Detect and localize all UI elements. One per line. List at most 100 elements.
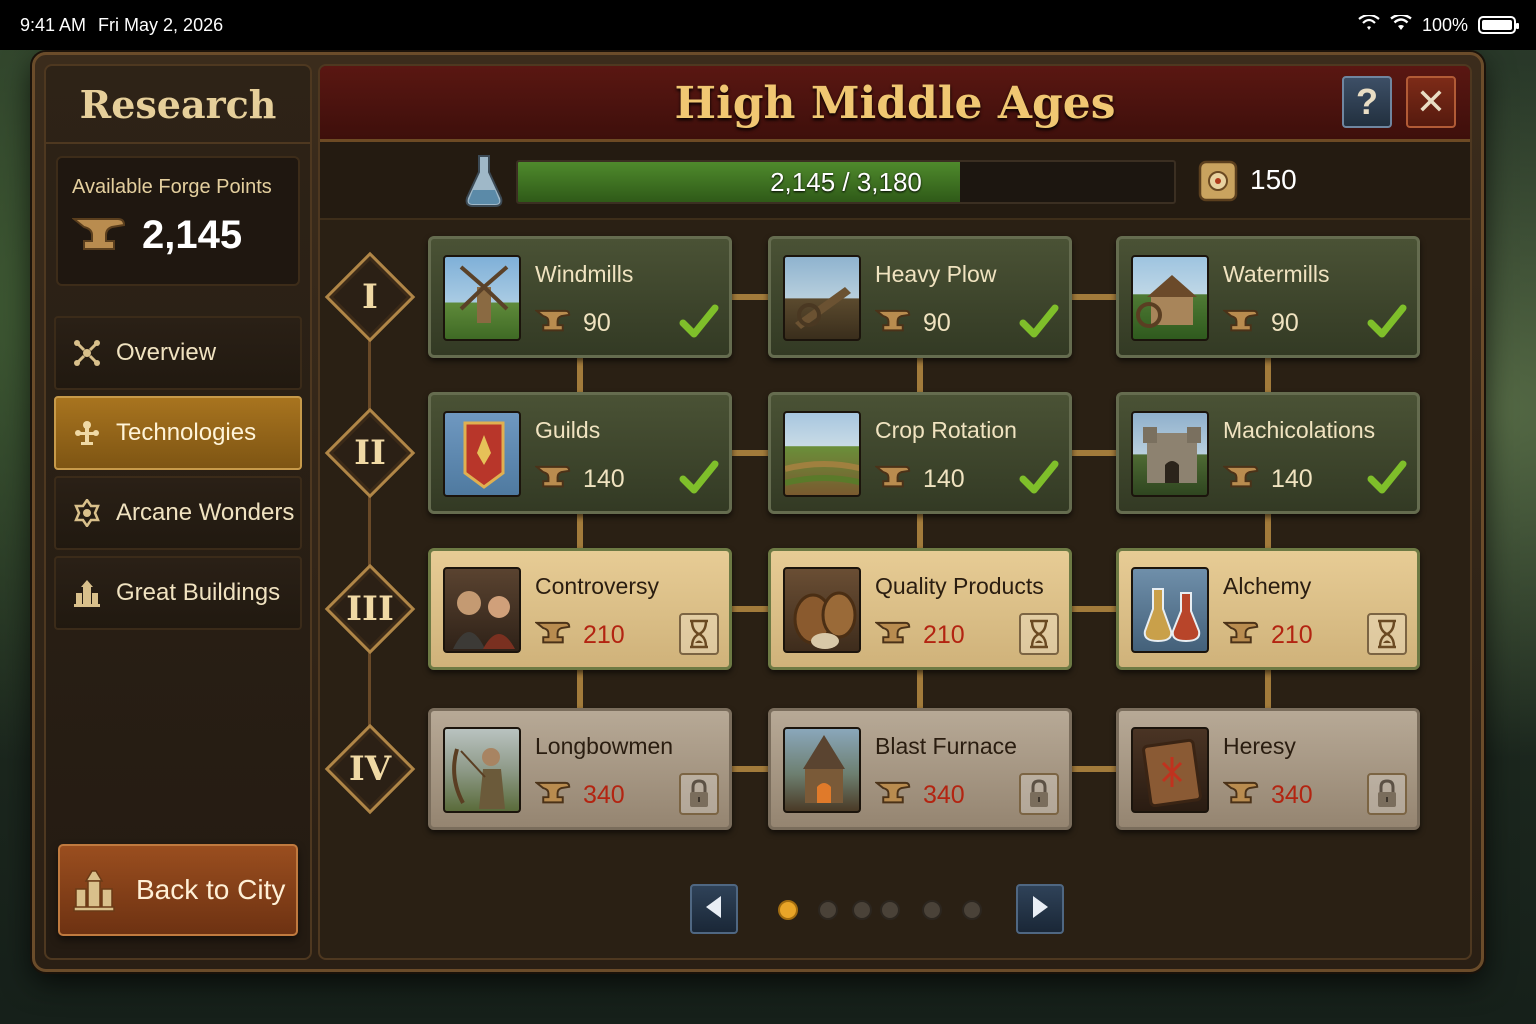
era-title: High Middle Ages xyxy=(674,78,1116,129)
tech-card-machicolations[interactable]: Machicolations 140 xyxy=(1116,392,1420,514)
tech-tree-panel: High Middle Ages ? ✕ 2,145 / 3,180 150 I… xyxy=(318,64,1472,960)
page-dot-3[interactable] xyxy=(852,900,872,920)
tech-connector xyxy=(1265,512,1271,550)
sidebar-item-overview[interactable]: Overview xyxy=(54,316,302,390)
next-page-button[interactable] xyxy=(1016,884,1064,934)
tech-card-quality-products[interactable]: Quality Products 210 xyxy=(768,548,1072,670)
tech-connector xyxy=(730,766,770,772)
tech-card-longbowmen[interactable]: Longbowmen 340 xyxy=(428,708,732,830)
era-progress-row: 2,145 / 3,180 150 xyxy=(320,142,1470,220)
tech-connector xyxy=(1070,606,1118,612)
pagination xyxy=(320,884,1470,938)
forge-points-value: 2,145 xyxy=(142,213,243,257)
signal-icon xyxy=(1358,13,1380,36)
tech-card-guilds[interactable]: Guilds 140 xyxy=(428,392,732,514)
tier-label: III xyxy=(346,589,394,629)
technologies-icon xyxy=(72,418,102,448)
tech-connector xyxy=(1265,356,1271,394)
page-dot-5[interactable] xyxy=(922,900,942,920)
tech-connector xyxy=(1070,294,1118,300)
tech-card-controversy[interactable]: Controversy 210 xyxy=(428,548,732,670)
tech-thumbnail xyxy=(783,255,861,341)
tech-cost-value: 90 xyxy=(583,309,611,337)
tech-connector xyxy=(1070,450,1118,456)
lock-icon xyxy=(1019,773,1059,815)
tech-thumbnail xyxy=(1131,255,1209,341)
help-button[interactable]: ? xyxy=(1342,76,1392,128)
completed-check-icon xyxy=(1019,301,1059,343)
tech-connector xyxy=(577,668,583,710)
tech-name: Guilds xyxy=(535,417,601,443)
arcane-wonders-icon xyxy=(72,498,102,528)
era-progress-bar: 2,145 / 3,180 xyxy=(516,160,1176,204)
tech-connector xyxy=(577,512,583,550)
hourglass-icon xyxy=(1019,613,1059,655)
tech-cost: 140 xyxy=(873,463,965,496)
tech-cost-value: 140 xyxy=(1271,465,1313,493)
tech-card-crop-rotation[interactable]: Crop Rotation 140 xyxy=(768,392,1072,514)
overview-icon xyxy=(72,338,102,368)
completed-check-icon xyxy=(1367,457,1407,499)
arrow-right-icon xyxy=(1029,894,1051,925)
sidebar-item-arcane-wonders[interactable]: Arcane Wonders xyxy=(54,476,302,550)
sidebar-item-label: Great Buildings xyxy=(116,579,281,606)
sidebar-item-great-buildings[interactable]: Great Buildings xyxy=(54,556,302,630)
tech-connector xyxy=(917,356,923,394)
anvil-icon xyxy=(1221,619,1259,652)
battery-percent: 100% xyxy=(1421,14,1468,35)
sidebar-item-technologies[interactable]: Technologies xyxy=(54,396,302,470)
close-button[interactable]: ✕ xyxy=(1406,76,1456,128)
tech-cost: 140 xyxy=(1221,463,1313,496)
tech-thumbnail xyxy=(443,411,521,497)
anvil-icon xyxy=(533,619,571,652)
sidebar-item-label: Arcane Wonders xyxy=(116,499,295,526)
tech-card-heresy[interactable]: Heresy 340 xyxy=(1116,708,1420,830)
tech-card-alchemy[interactable]: Alchemy 210 xyxy=(1116,548,1420,670)
anvil-icon xyxy=(533,307,571,340)
tech-thumbnail xyxy=(443,567,521,653)
back-to-city-button[interactable]: Back to City xyxy=(58,844,298,936)
tech-thumbnail xyxy=(443,255,521,341)
page-dot-6[interactable] xyxy=(962,900,982,920)
tech-name: Alchemy xyxy=(1223,573,1312,599)
tech-name: Windmills xyxy=(535,261,634,287)
status-date: Fri May 2, 2026 xyxy=(98,14,224,35)
page-dot-2[interactable] xyxy=(818,900,838,920)
lock-icon xyxy=(1367,773,1407,815)
flask-icon xyxy=(464,154,504,208)
page-dot-1[interactable] xyxy=(778,900,798,920)
wifi-icon xyxy=(1390,13,1412,36)
anvil-icon xyxy=(873,307,911,340)
tech-card-watermills[interactable]: Watermills 90 xyxy=(1116,236,1420,358)
hourglass-icon xyxy=(1367,613,1407,655)
era-header: High Middle Ages ? ✕ xyxy=(320,66,1470,142)
sidebar-title: Research xyxy=(46,66,310,144)
forge-points-panel: Available Forge Points 2,145 xyxy=(56,156,300,286)
page-dot-4[interactable] xyxy=(880,900,900,920)
back-to-city-label: Back to City xyxy=(136,874,286,905)
tech-cost: 340 xyxy=(533,779,625,812)
tech-card-blast-furnace[interactable]: Blast Furnace 340 xyxy=(768,708,1072,830)
tech-cost: 210 xyxy=(1221,619,1313,652)
great-buildings-icon xyxy=(72,578,102,608)
tech-cost: 140 xyxy=(533,463,625,496)
tech-thumbnail xyxy=(783,727,861,813)
tech-cost: 340 xyxy=(1221,779,1313,812)
tech-cost-value: 90 xyxy=(923,309,951,337)
tech-cost-value: 140 xyxy=(923,465,965,493)
scroll-icon xyxy=(1196,158,1240,204)
anvil-icon xyxy=(873,463,911,496)
anvil-icon xyxy=(71,213,126,258)
tech-cost-value: 340 xyxy=(1271,781,1313,809)
tech-cost-value: 210 xyxy=(1271,621,1313,649)
previous-page-button[interactable] xyxy=(690,884,738,934)
tier-label: I xyxy=(362,277,378,317)
tech-card-windmills[interactable]: Windmills 90 xyxy=(428,236,732,358)
tech-name: Machicolations xyxy=(1223,417,1376,443)
tech-grid: I II III IV Windmills 90 Heavy Plow 90 Watermill… xyxy=(320,222,1470,842)
tier-label: IV xyxy=(348,749,392,789)
tech-card-heavy-plow[interactable]: Heavy Plow 90 xyxy=(768,236,1072,358)
anvil-icon xyxy=(873,619,911,652)
anvil-icon xyxy=(1221,307,1259,340)
tech-cost-value: 340 xyxy=(923,781,965,809)
